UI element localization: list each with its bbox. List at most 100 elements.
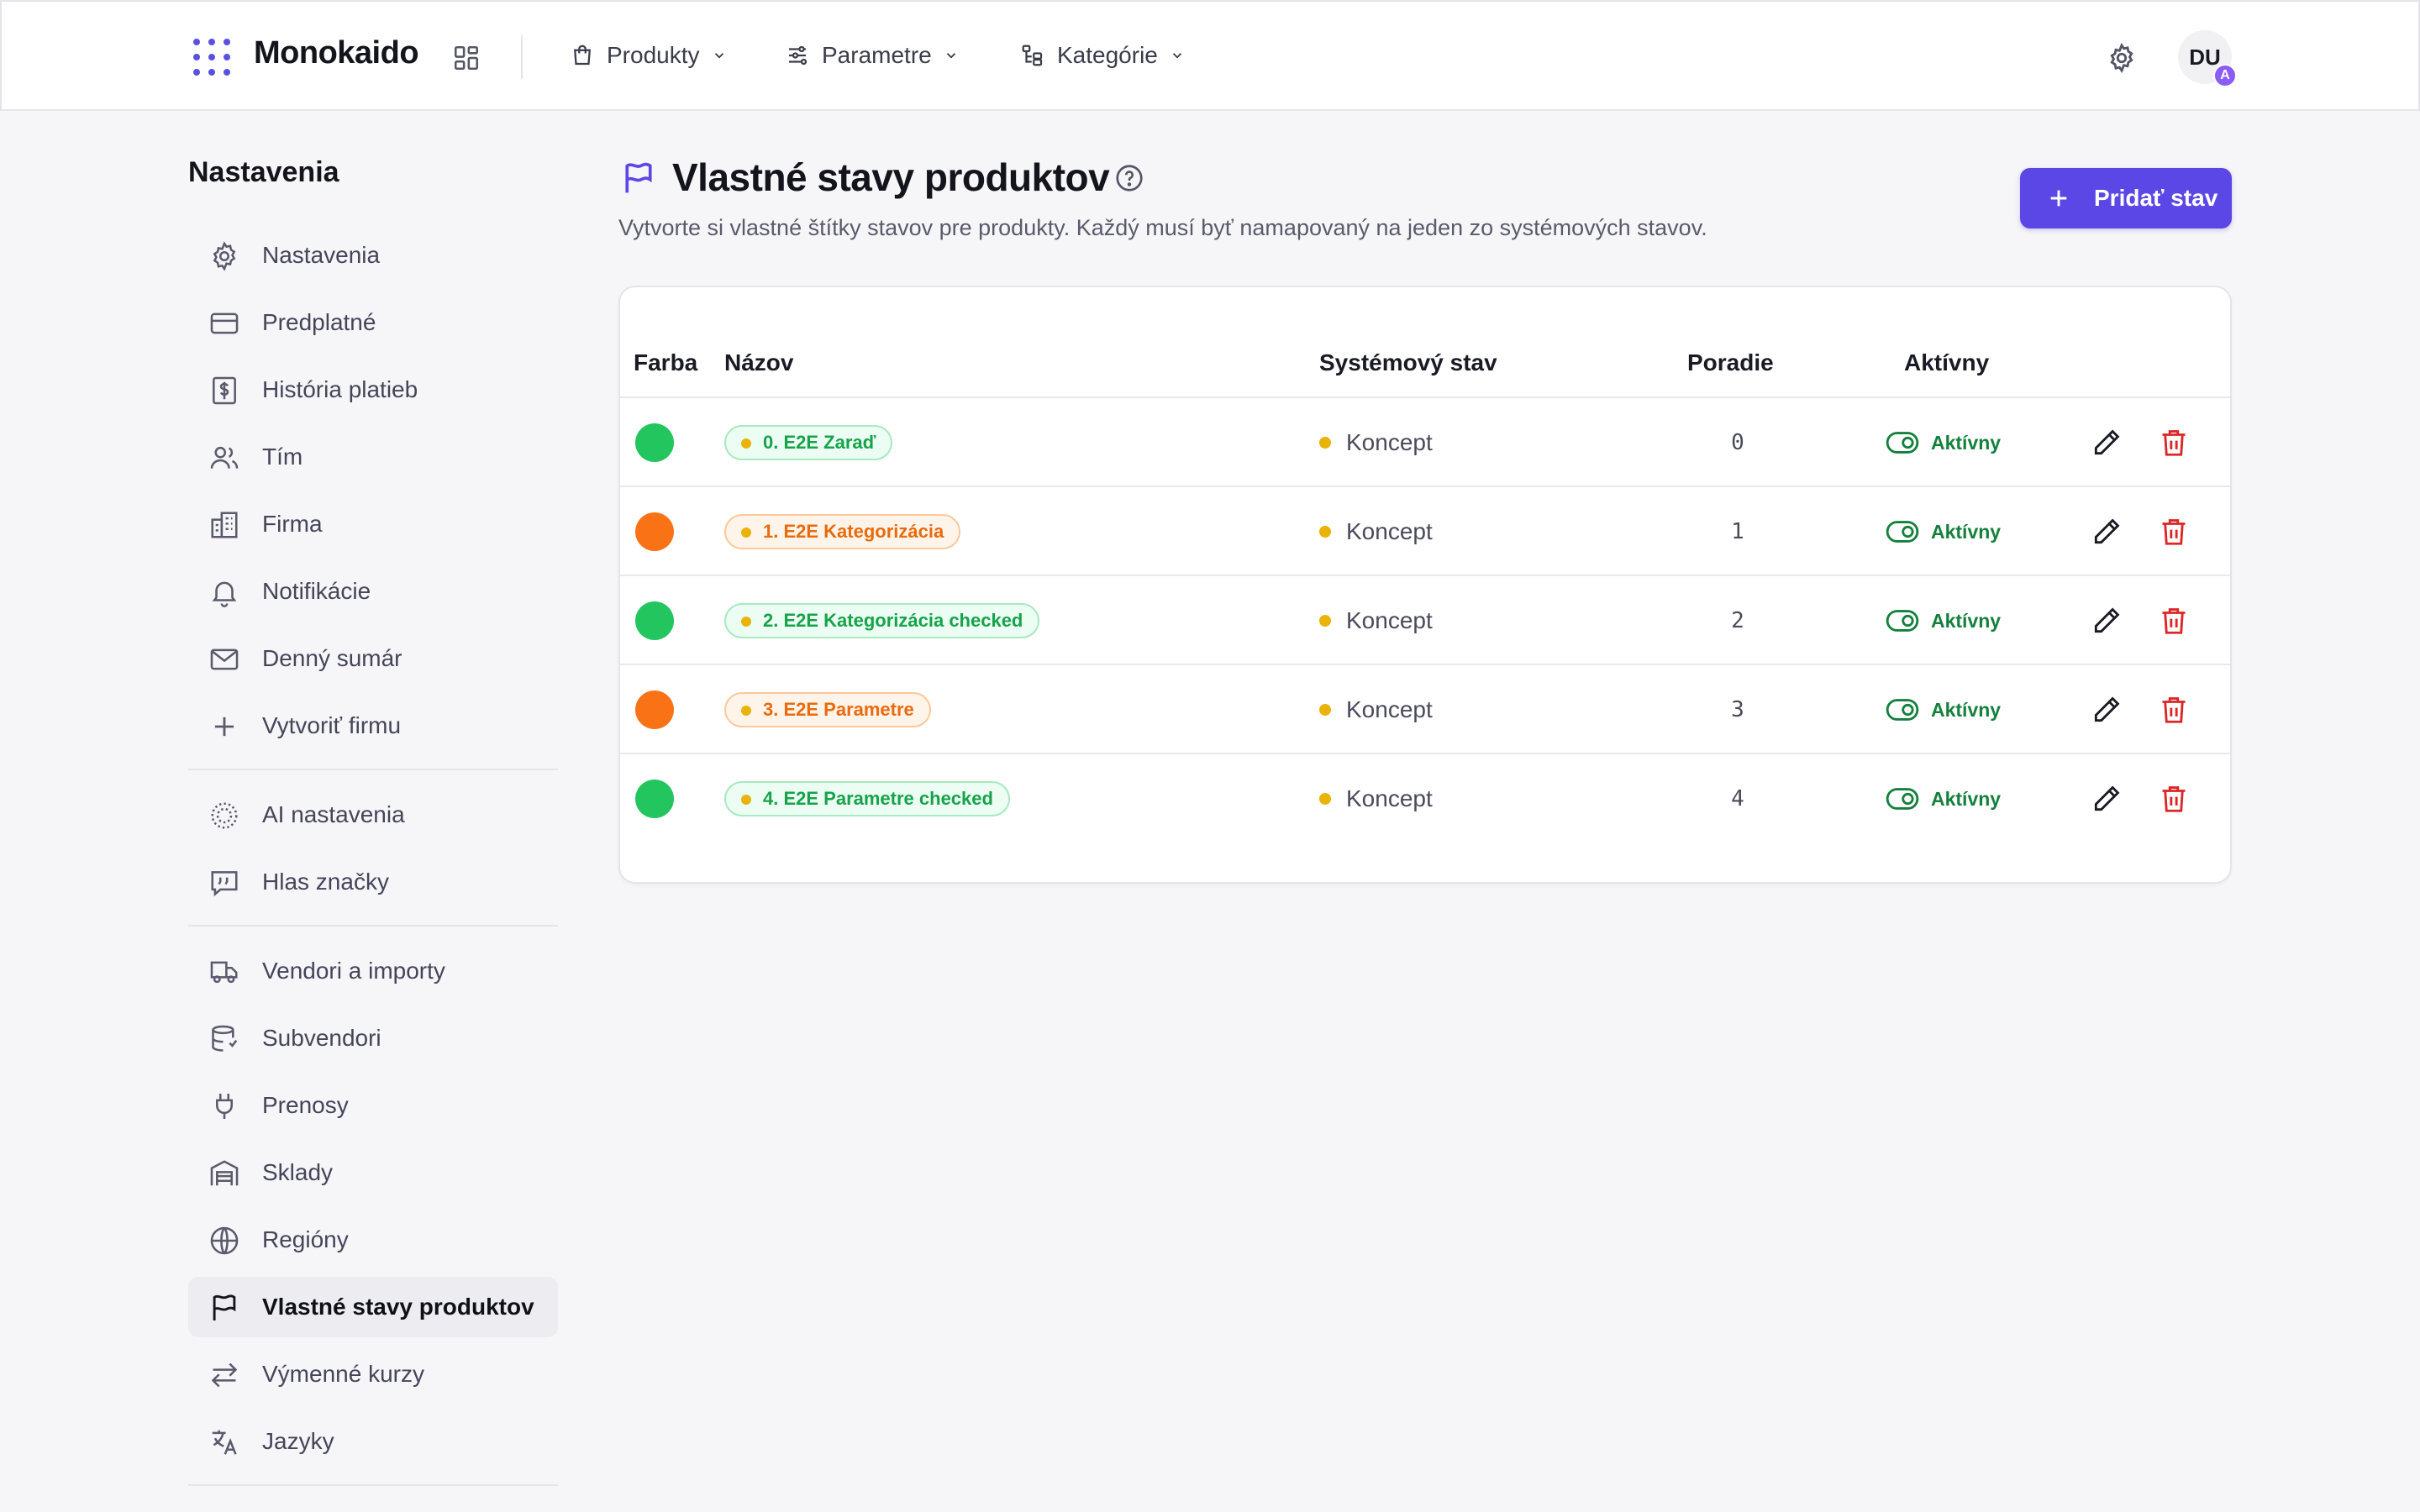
toggle-on-icon — [1886, 610, 1919, 632]
nav-label: Kategórie — [1057, 42, 1158, 68]
building-icon — [211, 512, 238, 538]
toggle-on-icon — [1886, 432, 1919, 454]
color-swatch — [635, 512, 674, 551]
order-value: 4 — [1731, 786, 1744, 811]
warehouse-icon — [210, 1160, 239, 1186]
plus-icon — [214, 717, 234, 737]
sidebar-item-notifikacie[interactable]: Notifikácie — [188, 561, 558, 622]
delete-trash-icon[interactable] — [2158, 516, 2190, 548]
settings-gear-icon[interactable] — [2106, 42, 2138, 74]
active-label: Aktívny — [1931, 431, 2002, 454]
mail-icon — [210, 648, 239, 670]
sidebar-item-label: Jazyky — [262, 1428, 334, 1454]
sidebar-item-vlastne-stavy-produktov[interactable]: Vlastné stavy produktov — [188, 1277, 558, 1337]
plus-icon — [2050, 190, 2067, 207]
active-toggle[interactable]: Aktívny — [1886, 606, 2001, 635]
sidebar-item-label: Denný sumár — [262, 645, 402, 671]
sidebar-item-vytvorit-firmu[interactable]: Vytvoriť firmu — [188, 696, 558, 756]
flag-icon — [213, 1294, 236, 1321]
color-swatch — [635, 601, 674, 640]
sidebar-item-prenosy[interactable]: Prenosy — [188, 1075, 558, 1136]
system-status: Koncept — [1319, 487, 1433, 576]
logo-icon[interactable] — [193, 39, 232, 77]
help-circle-icon[interactable] — [1114, 163, 1144, 193]
page-title: Vlastné stavy produktov — [672, 155, 1110, 199]
order-value: 1 — [1731, 519, 1744, 544]
nav-label: Produkty — [607, 42, 700, 68]
sidebar-item-label: Vendori a importy — [262, 958, 445, 984]
edit-pencil-icon[interactable] — [2091, 605, 2123, 637]
column-header-order: Poradie — [1687, 349, 1774, 375]
color-swatch — [635, 690, 674, 729]
sidebar-item-label: História platieb — [262, 376, 418, 402]
sidebar-item-regiony[interactable]: Regióny — [188, 1210, 558, 1270]
active-toggle[interactable]: Aktívny — [1886, 696, 2001, 724]
status-pill: 2. E2E Kategorizácia checked — [724, 603, 1040, 638]
status-pill: 1. E2E Kategorizácia — [724, 514, 961, 549]
sidebar-item-label: Subvendori — [262, 1025, 381, 1051]
sidebar-item-tim[interactable]: Tím — [188, 427, 558, 487]
sidebar-item-vymenne-kurzy[interactable]: Výmenné kurzy — [188, 1344, 558, 1404]
sidebar-item-firma[interactable]: Firma — [188, 494, 558, 554]
sidebar-item-denny-sumar[interactable]: Denný sumár — [188, 628, 558, 689]
column-header-system-status: Systémový stav — [1319, 349, 1497, 375]
active-toggle[interactable]: Aktívny — [1886, 785, 2001, 813]
sidebar-item-subvendori[interactable]: Subvendori — [188, 1008, 558, 1068]
delete-trash-icon[interactable] — [2158, 605, 2190, 637]
chevron-down-icon — [1172, 53, 1182, 59]
quote-message-icon — [211, 871, 238, 897]
column-header-name: Názov — [724, 349, 794, 375]
color-swatch — [635, 423, 674, 462]
app-name[interactable]: Monokaido — [254, 35, 419, 71]
active-toggle[interactable]: Aktívny — [1886, 428, 2001, 457]
sidebar-item-label: Hlas značky — [262, 869, 389, 895]
sidebar-item-label: Predplatné — [262, 309, 376, 335]
system-status: Koncept — [1319, 665, 1433, 754]
sidebar-item-historia-platieb[interactable]: História platieb — [188, 360, 558, 420]
table-row: 0. E2E Zaraď Koncept 0 Aktívny — [620, 396, 2230, 486]
sidebar-item-ai-nastavenia[interactable]: AI nastavenia — [188, 785, 558, 845]
database-icon — [212, 1025, 238, 1052]
nav-menu-produkty[interactable]: Produkty — [570, 35, 727, 76]
statuses-table: Farba Názov Systémový stav Poradie Aktív… — [618, 286, 2232, 884]
table-row: 2. E2E Kategorizácia checked Koncept 2 A… — [620, 575, 2230, 664]
table-row: 3. E2E Parametre Koncept 3 Aktívny — [620, 664, 2230, 753]
edit-pencil-icon[interactable] — [2091, 516, 2123, 548]
sidebar-item-sklady[interactable]: Sklady — [188, 1142, 558, 1203]
sidebar-title: Nastavenia — [188, 156, 339, 188]
delete-trash-icon[interactable] — [2158, 427, 2190, 459]
delete-trash-icon[interactable] — [2158, 694, 2190, 726]
shopping-bag-icon — [574, 45, 591, 66]
add-status-label: Pridať stav — [2094, 185, 2218, 211]
nav-label: Parametre — [822, 42, 932, 68]
edit-pencil-icon[interactable] — [2091, 783, 2123, 815]
status-pill: 0. E2E Zaraď — [724, 425, 893, 460]
nav-menu-kategorie[interactable]: Kategórie — [1020, 35, 1185, 76]
sidebar-item-label: Regióny — [262, 1226, 349, 1252]
sidebar-item-jazyky[interactable]: Jazyky — [188, 1411, 558, 1472]
sidebar-item-nastavenia[interactable]: Nastavenia — [188, 225, 558, 286]
truck-icon — [210, 961, 238, 984]
sidebar-item-label: Firma — [262, 511, 323, 537]
nav-menu-parametre[interactable]: Parametre — [785, 35, 959, 76]
toggle-on-icon — [1886, 699, 1919, 721]
active-label: Aktívny — [1931, 698, 2002, 721]
bell-icon — [212, 581, 237, 607]
system-status: Koncept — [1319, 398, 1433, 487]
sidebar-item-predplatne[interactable]: Predplatné — [188, 292, 558, 353]
edit-pencil-icon[interactable] — [2091, 427, 2123, 459]
translate-icon — [212, 1430, 237, 1455]
edit-pencil-icon[interactable] — [2091, 694, 2123, 726]
nav-divider — [521, 35, 523, 79]
sidebar-item-vendori-a-importy[interactable]: Vendori a importy — [188, 941, 558, 1001]
active-label: Aktívny — [1931, 609, 2002, 632]
apps-grid-icon[interactable] — [452, 44, 481, 72]
gear-icon — [213, 241, 236, 271]
category-tree-icon — [1022, 45, 1043, 66]
flag-icon — [625, 162, 652, 193]
add-status-button[interactable]: Pridať stav — [2020, 168, 2232, 228]
credit-card-icon — [210, 312, 239, 334]
delete-trash-icon[interactable] — [2158, 783, 2190, 815]
sidebar-item-hlas-znacky[interactable]: Hlas značky — [188, 852, 558, 912]
active-toggle[interactable]: Aktívny — [1886, 517, 2001, 546]
